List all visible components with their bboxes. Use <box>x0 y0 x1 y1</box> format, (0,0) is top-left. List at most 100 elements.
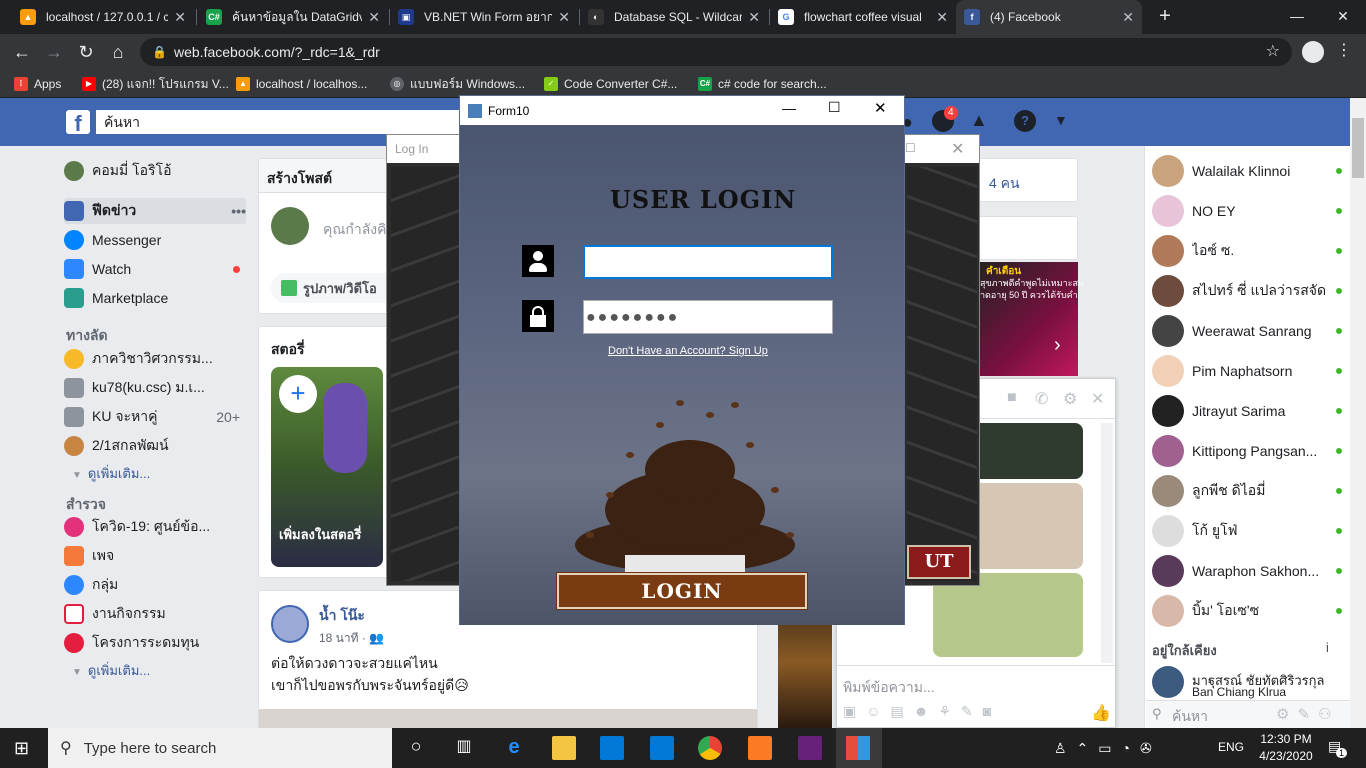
close-icon[interactable]: ✕ <box>874 99 887 117</box>
back-icon[interactable]: ← <box>10 40 34 64</box>
windows-start-icon[interactable]: ⊞ <box>14 738 34 758</box>
menu-icon[interactable]: ⋮ <box>1336 40 1352 60</box>
store-icon[interactable] <box>600 736 624 760</box>
post-author[interactable]: น้ำ โน๊ะ <box>319 605 365 627</box>
tab-phpmyadmin[interactable]: ▲ localhost / 127.0.0.1 / c ✕ <box>12 0 194 34</box>
more-options-icon[interactable]: ••• <box>231 203 246 219</box>
add-story-card[interactable]: + เพิ่มลงในสตอรี่ <box>271 367 383 567</box>
maximize-icon[interactable]: ☐ <box>828 99 841 116</box>
visual-studio-icon[interactable] <box>798 736 822 760</box>
bookmark-converter[interactable]: ✓ Code Converter C#... <box>544 75 677 93</box>
tab-datagridview[interactable]: C# ค้นหาข้อมูลใน DataGridvi ✕ <box>198 0 388 34</box>
login-button[interactable]: LOGIN <box>556 572 808 610</box>
bookmark-apps[interactable]: ⁞ Apps <box>14 75 61 93</box>
facebook-search-input[interactable]: ค้นหา <box>96 110 476 134</box>
system-tray-icons[interactable]: ♙⌃▭◔✇ <box>1054 740 1162 757</box>
task-view-icon[interactable]: ▥ <box>452 736 476 760</box>
contact-item[interactable]: โก้ ยูโฟ่ <box>1152 511 1342 551</box>
facebook-logo-icon[interactable]: f <box>66 110 90 136</box>
contact-item[interactable]: Waraphon Sakhon... <box>1152 551 1342 591</box>
close-window-icon[interactable]: ✕ <box>1320 0 1366 34</box>
close-icon[interactable]: ✕ <box>951 139 964 159</box>
contact-item[interactable]: Jitrayut Sarima <box>1152 391 1342 431</box>
logout-button[interactable]: UT <box>907 545 971 579</box>
help-icon[interactable]: ? <box>1014 110 1036 132</box>
video-call-icon[interactable]: ■ <box>1007 389 1017 407</box>
photo-video-button[interactable]: รูปภาพ/วิดีโอ <box>271 273 401 303</box>
tab-vbnet[interactable]: ▣ VB.NET Win Form อยากทำ ✕ <box>390 0 578 34</box>
bookmark-forms[interactable]: ◎ แบบฟอร์ม Windows... <box>390 75 525 93</box>
taskbar-search-box[interactable]: ⚲ Type here to search <box>48 728 392 768</box>
scroll-thumb[interactable] <box>1352 118 1364 178</box>
username-input[interactable] <box>583 245 833 279</box>
bookmark-youtube[interactable]: ▶ (28) แจก!! โปรแกรม V... <box>82 75 229 93</box>
chat-scrollbar[interactable] <box>1101 423 1113 663</box>
home-icon[interactable]: ⌂ <box>106 40 130 64</box>
contact-item[interactable]: ไอซ์ ซ. <box>1152 231 1342 271</box>
bookmark-csharp[interactable]: C# c# code for search... <box>698 75 827 93</box>
contact-item[interactable]: NO EY <box>1152 191 1342 231</box>
minimize-icon[interactable]: — <box>1274 0 1320 34</box>
chrome-icon[interactable] <box>698 736 722 760</box>
shortcut-item[interactable]: ภาควิชาวิศวกรรม... <box>64 346 246 372</box>
info-icon[interactable]: i <box>1326 640 1329 655</box>
explore-item[interactable]: เพจ <box>64 543 246 569</box>
xampp-icon[interactable] <box>748 736 772 760</box>
contact-item[interactable]: Pim Naphatsorn <box>1152 351 1342 391</box>
like-icon[interactable]: 👍 <box>1091 703 1111 723</box>
avatar[interactable] <box>1152 666 1184 698</box>
explore-item[interactable]: กลุ่ม <box>64 572 246 598</box>
edge-icon[interactable]: e <box>502 736 526 760</box>
explore-item[interactable]: งานกิจกรรม <box>64 601 246 627</box>
contact-item[interactable]: Weerawat Sanrang <box>1152 311 1342 351</box>
mail-icon[interactable] <box>650 736 674 760</box>
profile-link[interactable]: คอมมี่ โอริโอ้ <box>64 158 246 184</box>
close-tab-icon[interactable]: ✕ <box>368 9 380 26</box>
address-bar[interactable]: 🔒 web.facebook.com/?_rdc=1&_rdr ☆ <box>140 38 1292 66</box>
clock-date[interactable]: 4/23/2020 <box>1256 749 1316 763</box>
contact-item[interactable]: ลูกพีช ดิไอมี่ <box>1152 471 1342 511</box>
close-tab-icon[interactable]: ✕ <box>748 9 760 26</box>
contact-item[interactable]: Kittipong Pangsan... <box>1152 431 1342 471</box>
reload-icon[interactable]: ↻ <box>74 40 98 64</box>
gear-icon[interactable]: ⚙ <box>1063 389 1077 409</box>
close-tab-icon[interactable]: ✕ <box>558 9 570 26</box>
language-indicator[interactable]: ENG <box>1218 740 1244 754</box>
see-more-shortcuts[interactable]: ▼ ดูเพิ่มเติม... <box>72 463 150 484</box>
close-icon[interactable]: ✕ <box>1091 389 1104 409</box>
ad-image[interactable]: คำเตือน สุขภาพดีคำพูดไม่เหมาะสม าดอายุ 5… <box>976 262 1084 376</box>
tab-flowchart[interactable]: G flowchart coffee visual ✕ <box>770 0 956 34</box>
clock-time[interactable]: 12:30 PM <box>1256 732 1316 746</box>
explore-item[interactable]: โครงการระดมทุน <box>64 630 246 656</box>
chevron-right-icon[interactable]: › <box>1054 334 1061 357</box>
forward-icon[interactable]: → <box>42 40 66 64</box>
contact-item[interactable]: บิ้ม' โอเซ'ซ <box>1152 591 1342 631</box>
chat-options-icons[interactable]: ⚙✎⚇ <box>1276 705 1339 723</box>
tab-database-sql[interactable]: ◐ Database SQL - Wildcar ✕ <box>580 0 768 34</box>
cortana-icon[interactable]: ○ <box>404 736 428 760</box>
profile-avatar[interactable] <box>1302 41 1324 63</box>
chat-message-input[interactable]: พิมพ์ข้อความ... <box>843 677 935 699</box>
contact-item[interactable]: สไปทร์ ซี่ แปลว่ารสจัด <box>1152 271 1342 311</box>
close-tab-icon[interactable]: ✕ <box>1122 9 1134 26</box>
avatar[interactable] <box>271 605 309 643</box>
page-scrollbar[interactable] <box>1350 98 1366 728</box>
signup-link[interactable]: Don't Have an Account? Sign Up <box>608 345 768 357</box>
caret-down-icon[interactable]: ▼ <box>1054 112 1068 128</box>
composer-input[interactable]: คุณกำลังคิ <box>323 219 386 241</box>
explore-item[interactable]: โควิด-19: ศูนย์ข้อ... <box>64 514 246 540</box>
form-app-icon[interactable] <box>846 736 870 760</box>
minimize-icon[interactable]: — <box>782 100 796 116</box>
nav-watch[interactable]: Watch <box>64 256 246 282</box>
nav-news-feed[interactable]: ฟีดข่าว ••• <box>64 198 246 224</box>
tab-facebook[interactable]: f (4) Facebook ✕ <box>956 0 1142 34</box>
password-input[interactable]: ●●●●●●●● <box>583 300 833 334</box>
contact-item[interactable]: Walailak Klinnoi <box>1152 151 1342 191</box>
nav-messenger[interactable]: Messenger <box>64 227 246 253</box>
close-tab-icon[interactable]: ✕ <box>174 9 186 26</box>
see-more-explore[interactable]: ▼ ดูเพิ่มเติม... <box>72 660 150 681</box>
chat-toolbar-icons[interactable]: ▣☺▤☻⚘✎◙ <box>843 703 1001 720</box>
shortcut-item[interactable]: KU จะหาคู่ 20+ <box>64 404 246 430</box>
new-tab-button[interactable]: + <box>1152 4 1178 30</box>
phone-icon[interactable]: ✆ <box>1035 389 1048 409</box>
